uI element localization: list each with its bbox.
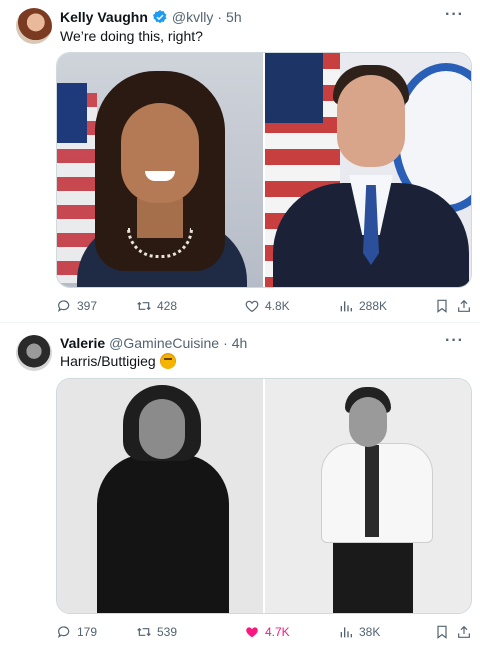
reply-icon <box>57 626 70 639</box>
retweet-count: 428 <box>157 299 178 313</box>
tweet-actions: 397 428 4.8K 288K <box>56 296 472 316</box>
timestamp[interactable]: 5h <box>226 9 242 25</box>
like-count: 4.8K <box>265 299 290 313</box>
share-icon <box>458 299 470 312</box>
tweet-media[interactable] <box>56 52 472 288</box>
avatar[interactable] <box>16 8 52 44</box>
bookmark-icon <box>437 625 447 639</box>
views-icon <box>340 627 352 638</box>
bookmark-icon <box>437 299 447 313</box>
bookmark-button[interactable] <box>434 296 450 316</box>
reply-count: 397 <box>77 299 98 313</box>
tweet-actions: 179 539 4.7K 38K <box>56 622 472 642</box>
retweet-count: 539 <box>157 625 178 639</box>
retweet-icon <box>137 627 151 637</box>
tweet-header: Valerie @GamineCuisine · 4h <box>60 335 247 351</box>
like-icon <box>246 627 258 638</box>
reply-icon <box>57 300 70 313</box>
separator-dot: · <box>217 9 223 25</box>
tweet-text: Harris/Buttigieg <box>60 353 176 369</box>
like-count: 4.7K <box>265 625 290 639</box>
more-icon[interactable]: ··· <box>445 332 464 350</box>
emoji-icon <box>159 353 176 369</box>
tweet[interactable]: Kelly Vaughn @kvlly · 5h ··· We’re doing… <box>0 0 480 322</box>
like-button[interactable]: 4.8K <box>244 296 290 316</box>
tweet[interactable]: Valerie @GamineCuisine · 4h ··· Harris/B… <box>0 322 480 645</box>
tweet-text: We’re doing this, right? <box>60 28 203 44</box>
tweet-media[interactable] <box>56 378 472 614</box>
views-button[interactable]: 288K <box>338 296 387 316</box>
reply-button[interactable]: 397 <box>56 296 97 316</box>
bookmark-button[interactable] <box>434 622 450 642</box>
view-count: 38K <box>359 625 381 639</box>
view-count: 288K <box>359 299 388 313</box>
verified-icon <box>152 9 168 25</box>
author-handle[interactable]: @kvlly <box>172 9 213 25</box>
views-icon <box>340 301 352 312</box>
share-button[interactable] <box>456 622 472 642</box>
reply-count: 179 <box>77 625 98 639</box>
timestamp[interactable]: 4h <box>232 335 248 351</box>
separator-dot: · <box>223 335 228 351</box>
photo-portrait[interactable] <box>57 379 263 613</box>
photo-portrait[interactable] <box>265 53 471 287</box>
more-icon[interactable]: ··· <box>445 6 464 24</box>
tweet-text-content: We’re doing this, right? <box>60 28 203 44</box>
like-button[interactable]: 4.7K <box>244 622 290 642</box>
retweet-button[interactable]: 539 <box>136 622 177 642</box>
reply-button[interactable]: 179 <box>56 622 97 642</box>
share-icon <box>458 625 470 638</box>
author-handle[interactable]: @GamineCuisine <box>109 335 219 351</box>
share-button[interactable] <box>456 296 472 316</box>
avatar[interactable] <box>16 335 52 371</box>
photo-portrait[interactable] <box>57 53 263 287</box>
tweet-header: Kelly Vaughn @kvlly · 5h <box>60 9 242 25</box>
tweet-text-content: Harris/Buttigieg <box>60 353 156 369</box>
views-button[interactable]: 38K <box>338 622 380 642</box>
retweet-button[interactable]: 428 <box>136 296 177 316</box>
photo-portrait[interactable] <box>265 379 471 613</box>
retweet-icon <box>137 301 151 311</box>
like-icon <box>245 300 259 313</box>
author-name[interactable]: Valerie <box>60 335 105 351</box>
author-name[interactable]: Kelly Vaughn <box>60 9 148 25</box>
